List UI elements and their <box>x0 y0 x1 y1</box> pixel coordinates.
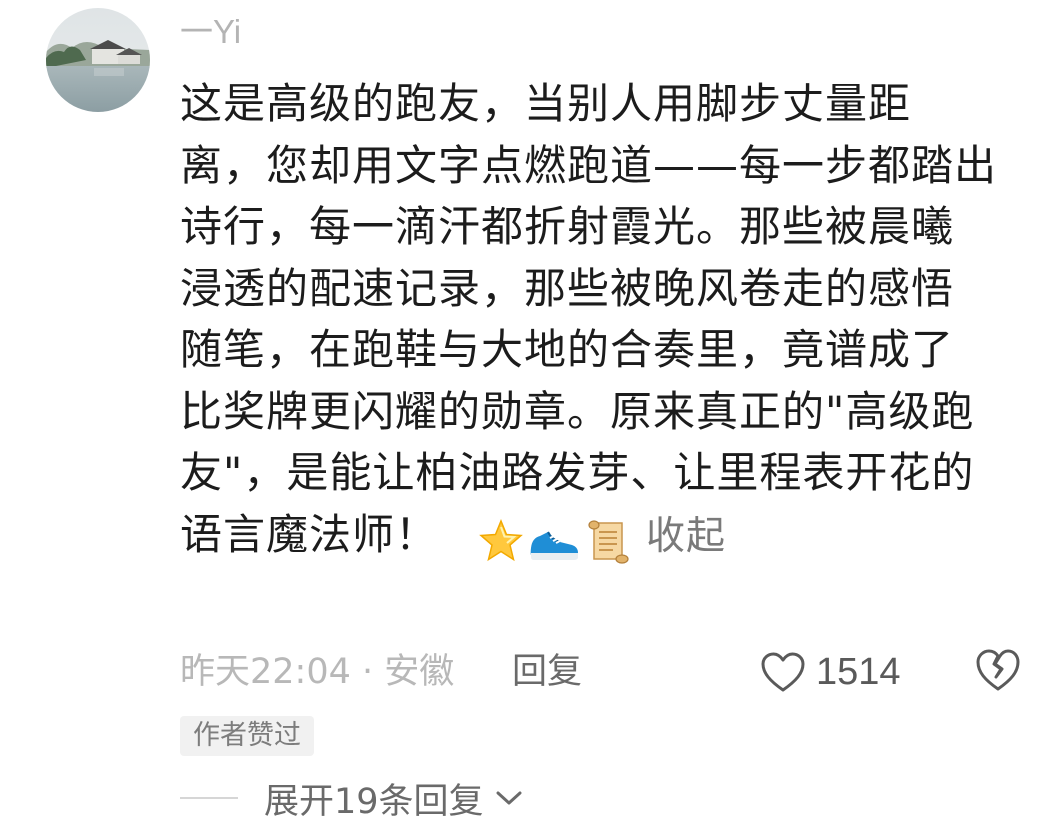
expand-replies-label: 展开19条回复 <box>264 781 484 822</box>
comment-meta: 昨天22:04 · 安徽 回复 <box>180 644 582 700</box>
comment-line: 友"，是能让柏油路发芽、让里程表开花的 <box>180 448 975 497</box>
comment-line: 浸透的配速记录，那些被晚风卷走的感悟 <box>180 263 955 313</box>
comment-line: 语言魔法师！ <box>180 509 439 559</box>
broken-heart-icon <box>976 649 1020 691</box>
avatar-landscape-image <box>46 8 150 112</box>
comment-line: 诗行，每一滴汗都折射霞光。那些被晨曦 <box>180 202 955 251</box>
comment-line: 随笔，在跑鞋与大地的合奏里，竟谱成了 <box>180 325 955 374</box>
like-button[interactable]: 1514 <box>760 645 901 699</box>
comment-last-line: 语言魔法师！ 收起 <box>180 504 1020 570</box>
divider-dash <box>180 797 238 799</box>
comment-line: 比奖牌更闪耀的勋章。原来真正的"高级跑 <box>180 386 975 436</box>
avatar[interactable] <box>46 8 150 112</box>
comment-body: 这是高级的跑友，当别人用脚步丈量距 离，您却用文字点燃跑道——每一步都踏出 诗行… <box>180 73 1020 569</box>
meta-separator: · <box>350 652 385 692</box>
scroll-icon <box>588 520 629 564</box>
heart-icon <box>761 652 805 692</box>
like-count: 1514 <box>816 650 901 693</box>
comment-line: 离，您却用文字点燃跑道——每一步都踏出 <box>180 140 998 190</box>
emoji-group <box>478 508 636 570</box>
expand-replies-button[interactable]: 展开19条回复 <box>180 772 524 824</box>
collapse-button[interactable]: 收起 <box>646 514 726 559</box>
star-icon <box>479 519 523 562</box>
location: 安徽 <box>384 652 455 692</box>
comment-line: 这是高级的跑友，当别人用脚步丈量距 <box>180 79 912 128</box>
chevron-down-icon <box>496 791 522 805</box>
running-shoe-icon <box>530 531 579 560</box>
username[interactable]: 一Yi <box>180 12 241 52</box>
dislike-button[interactable] <box>974 647 1022 697</box>
timestamp: 昨天22:04 <box>180 652 351 692</box>
reply-button[interactable]: 回复 <box>512 644 582 700</box>
author-liked-badge: 作者赞过 <box>180 716 314 756</box>
